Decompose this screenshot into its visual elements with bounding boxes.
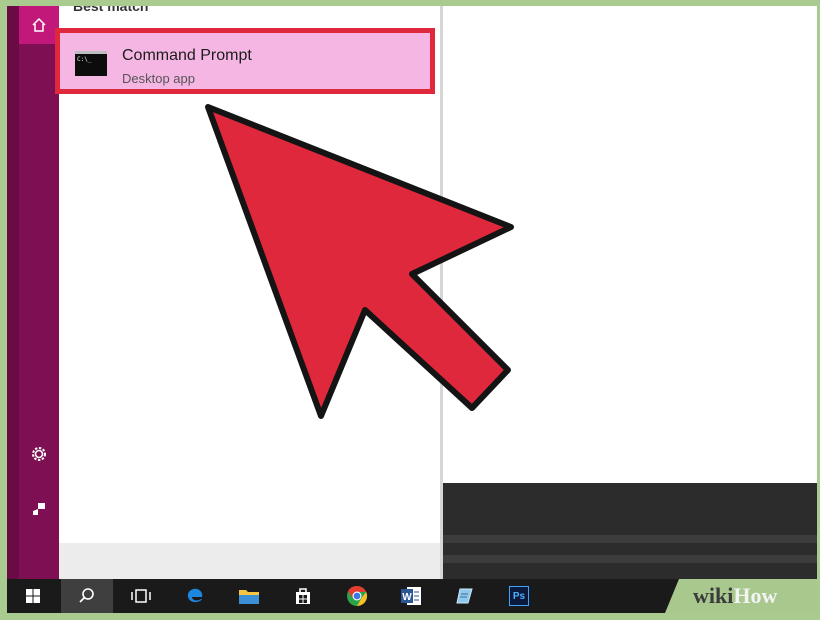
chrome-button[interactable]	[331, 579, 383, 613]
task-view-button[interactable]	[115, 579, 167, 613]
word-icon: W	[401, 587, 421, 605]
notepad-button[interactable]	[439, 579, 491, 613]
photoshop-button[interactable]: Ps	[493, 579, 545, 613]
start-button[interactable]	[7, 579, 59, 613]
folder-icon	[239, 590, 259, 604]
taskbar: W Ps wikiHow	[7, 579, 817, 613]
notepad-icon	[456, 588, 473, 604]
search-icon	[79, 588, 94, 603]
store-button[interactable]	[277, 579, 329, 613]
file-explorer-button[interactable]	[223, 579, 275, 613]
search-button[interactable]	[61, 579, 113, 613]
task-view-icon	[131, 589, 151, 603]
screenshot: Best match C:\_ Command Prompt Desktop a…	[7, 6, 817, 613]
wikihow-watermark: wikiHow	[665, 579, 817, 613]
word-button[interactable]: W	[385, 579, 437, 613]
svg-text:W: W	[402, 592, 412, 603]
store-icon	[296, 588, 310, 604]
annotation-arrow	[205, 104, 514, 419]
edge-icon	[187, 588, 203, 603]
photoshop-icon: Ps	[509, 586, 529, 606]
chrome-icon	[347, 585, 368, 607]
windows-logo-icon	[26, 589, 40, 603]
edge-button[interactable]	[169, 579, 221, 613]
